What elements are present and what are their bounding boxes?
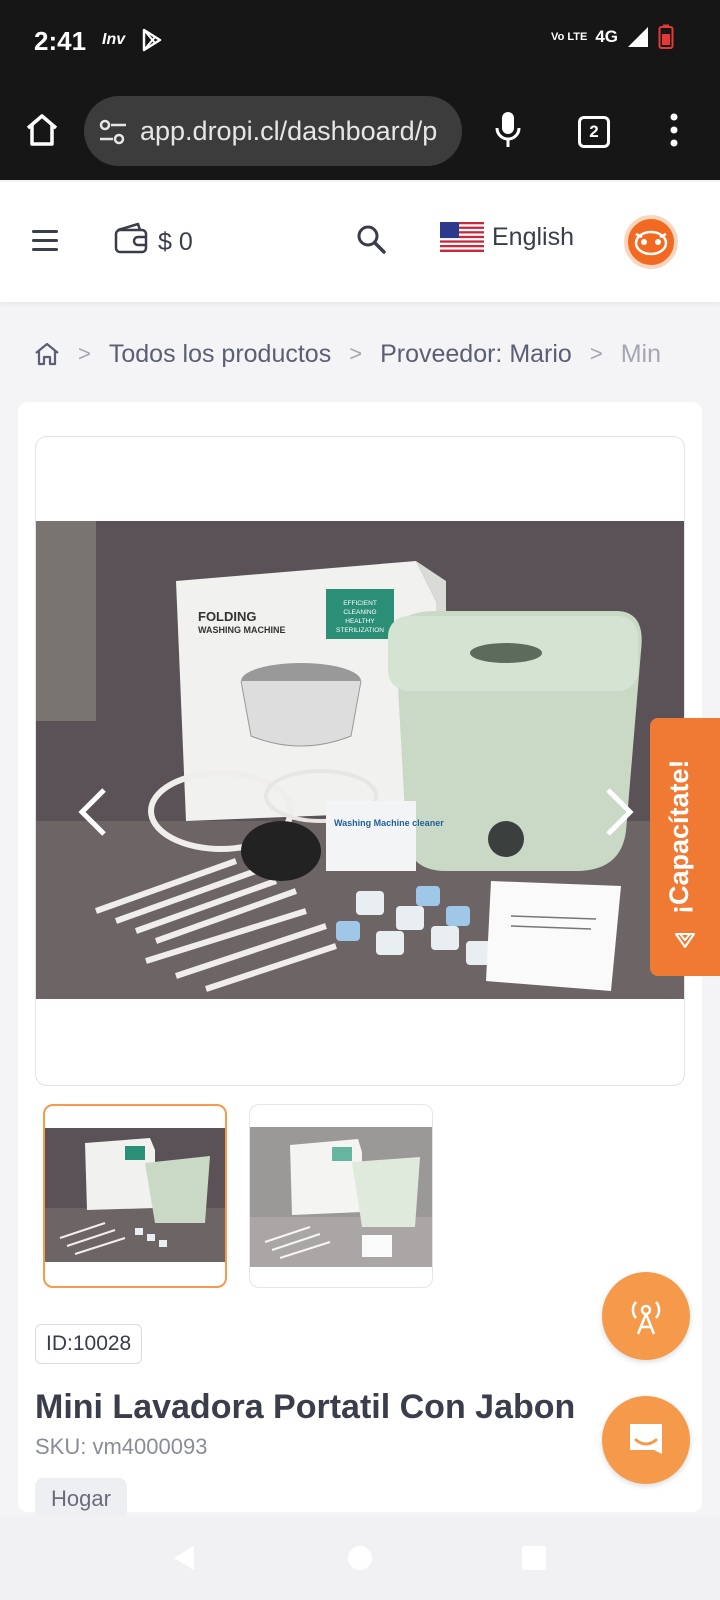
box-text-folding: FOLDING [198, 609, 257, 624]
back-icon[interactable] [170, 1544, 198, 1572]
breadcrumb-separator: > [78, 341, 91, 366]
home-icon[interactable] [22, 110, 62, 150]
broadcast-button[interactable] [602, 1272, 690, 1360]
battery-icon [658, 24, 674, 49]
avatar-face-icon [634, 230, 668, 256]
thumbnail-1[interactable] [43, 1104, 227, 1288]
wallet-icon[interactable] [114, 222, 150, 254]
more-options-icon[interactable] [668, 112, 680, 148]
product-title: Mini Lavadora Portatil Con Jabon [35, 1388, 576, 1426]
product-id-badge: ID:10028 [35, 1324, 143, 1364]
carousel-next-arrow[interactable] [604, 787, 634, 837]
box-text-cleaning: CLEANING [343, 609, 376, 616]
product-card: FOLDING WASHING MACHINE EFFICIENT CLEANI… [18, 402, 702, 1520]
site-settings-icon[interactable] [98, 118, 128, 146]
broadcast-antenna-icon [631, 1301, 661, 1335]
product-main-image: FOLDING WASHING MACHINE EFFICIENT CLEANI… [36, 521, 684, 999]
url-text[interactable]: app.dropi.cl/dashboard/p [140, 116, 437, 147]
play-store-icon [142, 28, 162, 52]
chat-icon [630, 1424, 662, 1454]
hamburger-menu-icon[interactable] [32, 228, 60, 254]
status-time: 2:41 [34, 26, 87, 56]
breadcrumb-separator: > [589, 341, 603, 366]
app-header: $ 0 English [0, 182, 720, 302]
capacitate-tab[interactable]: ¡Capacítate! [650, 718, 720, 976]
breadcrumb-item-all-products[interactable]: Todos los productos [109, 340, 331, 369]
box-text-washing-machine: WASHING MACHINE [198, 625, 286, 635]
user-avatar[interactable] [624, 215, 678, 269]
chat-launcher-button[interactable] [602, 1396, 690, 1484]
breadcrumb-item-current: Min [620, 339, 661, 368]
breadcrumb-separator: > [349, 341, 363, 366]
language-selector[interactable]: English [440, 222, 574, 252]
product-category-tag[interactable]: Hogar [35, 1478, 127, 1520]
thumbnail-2[interactable] [249, 1104, 433, 1288]
breadcrumb: > Todos los productos > Proveedor: Mario… [34, 336, 720, 372]
capacitate-label: ¡Capacítate! [664, 759, 694, 914]
home-button-icon[interactable] [346, 1544, 374, 1572]
tab-switcher-button[interactable]: 2 [578, 116, 610, 148]
crown-icon [675, 933, 695, 948]
volte-indicator: Vo LTE [551, 31, 588, 43]
signal-icon [628, 27, 648, 47]
breadcrumb-home-icon[interactable] [34, 341, 60, 367]
search-icon[interactable] [356, 224, 386, 254]
product-image-carousel[interactable]: FOLDING WASHING MACHINE EFFICIENT CLEANI… [35, 436, 685, 1086]
breadcrumb-item-provider[interactable]: Proveedor: Mario [380, 340, 572, 369]
recents-icon[interactable] [520, 1544, 548, 1572]
carousel-prev-arrow[interactable] [78, 787, 108, 837]
microphone-icon[interactable] [494, 110, 522, 150]
status-bar: 2:41 Inv Vo LTE 4G [0, 0, 720, 80]
thumbnail-image-2 [250, 1127, 432, 1267]
product-sku: SKU: vm4000093 [35, 1434, 208, 1459]
thumbnail-image-1 [45, 1128, 225, 1262]
box-text-efficient: EFFICIENT [343, 600, 377, 607]
system-nav-bar [0, 1516, 720, 1600]
box-text-sterilization: STERILIZATION [336, 627, 384, 634]
box-text-healthy: HEALTHY [345, 618, 375, 625]
cleaner-box-label: Washing Machine cleaner [334, 818, 444, 828]
us-flag-icon [440, 222, 484, 252]
wallet-balance[interactable]: $ 0 [158, 228, 193, 257]
browser-toolbar: app.dropi.cl/dashboard/p 2 [0, 80, 720, 180]
inv-icon: Inv [102, 31, 126, 48]
language-label: English [492, 222, 574, 251]
address-bar[interactable]: app.dropi.cl/dashboard/p [84, 96, 462, 166]
network-type: 4G [595, 27, 618, 46]
